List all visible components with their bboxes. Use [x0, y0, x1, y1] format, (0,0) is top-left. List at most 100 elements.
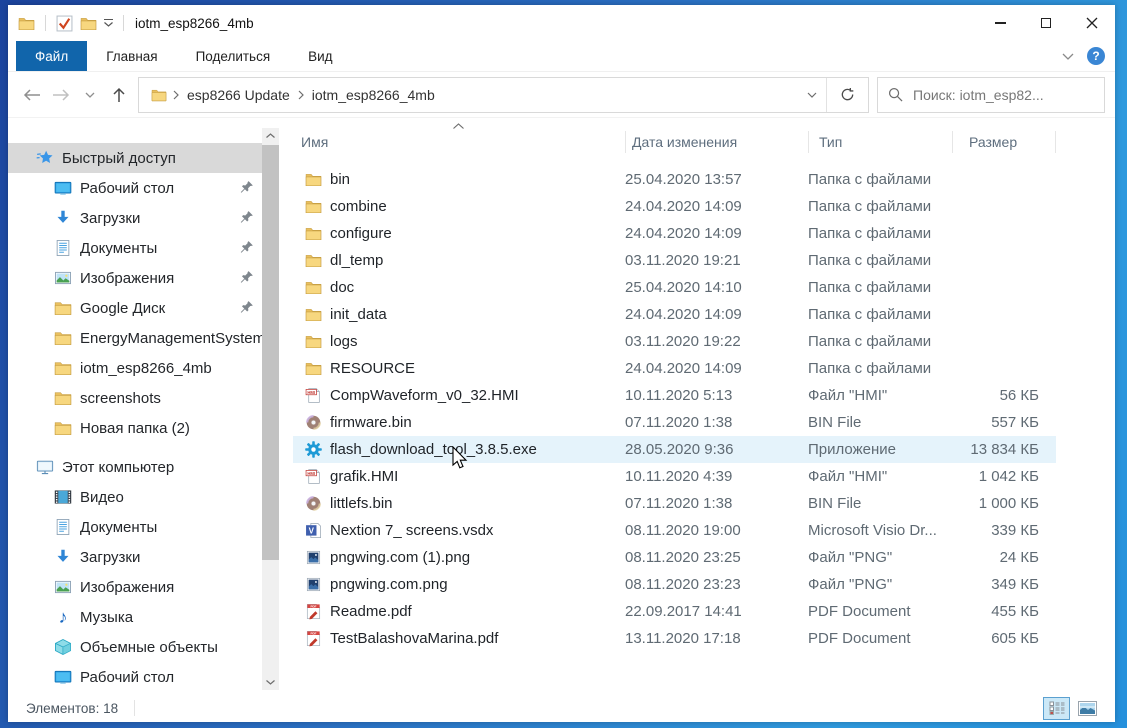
- file-row[interactable]: pngwing.com.png08.11.2020 23:23Файл "PNG…: [293, 571, 1056, 598]
- sidebar-item-label: Загрузки: [80, 210, 140, 227]
- breadcrumb-segment[interactable]: iotm_esp8266_4mb: [306, 78, 441, 112]
- minimize-button[interactable]: [977, 5, 1023, 41]
- sidebar-item-pictures-pinned[interactable]: Изображения: [8, 263, 262, 293]
- sidebar-item-label: Изображения: [80, 579, 174, 596]
- up-button[interactable]: [105, 80, 132, 110]
- sidebar-item-downloads-pinned[interactable]: Загрузки: [8, 203, 262, 233]
- file-row[interactable]: flash_download_tool_3.8.5.exe28.05.2020 …: [293, 436, 1056, 463]
- file-row[interactable]: configure24.04.2020 14:09Папка с файлами: [293, 220, 1056, 247]
- sidebar-item-label: iotm_esp8266_4mb: [80, 360, 212, 377]
- close-button[interactable]: [1069, 5, 1115, 41]
- chevron-right-icon[interactable]: [296, 90, 306, 100]
- file-row[interactable]: HMICompWaveform_v0_32.HMI10.11.2020 5:13…: [293, 382, 1056, 409]
- sidebar-item-desktop-pinned[interactable]: Рабочий стол: [8, 173, 262, 203]
- sidebar-item-label: Изображения: [80, 270, 174, 287]
- recent-locations-button[interactable]: [76, 80, 103, 110]
- pictures-icon: [54, 269, 72, 287]
- file-row[interactable]: init_data24.04.2020 14:09Папка с файлами: [293, 301, 1056, 328]
- help-button[interactable]: ?: [1087, 47, 1105, 65]
- file-row[interactable]: logs03.11.2020 19:22Папка с файлами: [293, 328, 1056, 355]
- search-box[interactable]: [877, 77, 1105, 113]
- file-row[interactable]: PDFTestBalashovaMarina.pdf13.11.2020 17:…: [293, 625, 1056, 652]
- window-controls: [977, 5, 1115, 41]
- sidebar-item-energy-management[interactable]: EnergyManagementSystemN: [8, 323, 262, 353]
- file-row[interactable]: combine24.04.2020 14:09Папка с файлами: [293, 193, 1056, 220]
- file-row[interactable]: HMIgrafik.HMI10.11.2020 4:39Файл "HMI"1 …: [293, 463, 1056, 490]
- pin-icon: [239, 240, 254, 255]
- folder-icon: [305, 171, 322, 188]
- file-row[interactable]: firmware.bin07.11.2020 1:38BIN File557 К…: [293, 409, 1056, 436]
- sidebar-item-downloads[interactable]: Загрузки: [8, 542, 262, 572]
- file-name-cell: pngwing.com.png: [293, 576, 625, 593]
- search-input[interactable]: [913, 87, 1094, 103]
- file-type: Файл "HMI": [808, 468, 952, 485]
- file-row[interactable]: VNextion 7_ screens.vsdx08.11.2020 19:00…: [293, 517, 1056, 544]
- sidebar-item-google-drive[interactable]: Google Диск: [8, 293, 262, 323]
- folder-icon: [54, 359, 72, 377]
- pin-icon: [239, 210, 254, 225]
- column-header-type[interactable]: Тип: [808, 131, 952, 153]
- sidebar-item-videos[interactable]: Видео: [8, 482, 262, 512]
- chevron-down-icon: [807, 92, 817, 98]
- tab-file[interactable]: Файл: [16, 41, 87, 71]
- file-name: RESOURCE: [330, 360, 415, 377]
- sidebar-item-new-folder-2[interactable]: Новая папка (2): [8, 413, 262, 443]
- sidebar-item-music[interactable]: ♪Музыка: [8, 602, 262, 632]
- sidebar-item-documents[interactable]: Документы: [8, 512, 262, 542]
- file-row[interactable]: pngwing.com (1).png08.11.2020 23:25Файл …: [293, 544, 1056, 571]
- file-name: dl_temp: [330, 252, 383, 269]
- file-date: 07.11.2020 1:38: [625, 495, 808, 512]
- folder-icon: [151, 87, 167, 103]
- file-row[interactable]: RESOURCE24.04.2020 14:09Папка с файлами: [293, 355, 1056, 382]
- titlebar: iotm_esp8266_4mb: [8, 5, 1115, 41]
- sidebar-item-screenshots[interactable]: screenshots: [8, 383, 262, 413]
- file-row[interactable]: littlefs.bin07.11.2020 1:38BIN File1 000…: [293, 490, 1056, 517]
- forward-button[interactable]: [47, 80, 74, 110]
- hmi-icon: HMI: [305, 387, 322, 404]
- folder-icon: [305, 225, 322, 242]
- tab-share[interactable]: Поделиться: [177, 41, 290, 71]
- file-row[interactable]: doc25.04.2020 14:10Папка с файлами: [293, 274, 1056, 301]
- expand-ribbon-icon[interactable]: [1062, 53, 1074, 60]
- thumbnails-view-button[interactable]: [1074, 697, 1101, 720]
- file-row[interactable]: dl_temp03.11.2020 19:21Папка с файлами: [293, 247, 1056, 274]
- file-type: Папка с файлами: [808, 171, 952, 188]
- maximize-icon: [1041, 18, 1051, 28]
- sidebar-item-quick-access[interactable]: Быстрый доступ: [8, 143, 262, 173]
- file-row[interactable]: PDFReadme.pdf22.09.2017 14:41PDF Documen…: [293, 598, 1056, 625]
- scroll-up-icon[interactable]: [262, 128, 279, 143]
- column-header-size[interactable]: Размер: [952, 131, 1055, 153]
- checkmark-box-icon[interactable]: [56, 15, 73, 32]
- breadcrumb-segment[interactable]: esp8266 Update: [181, 78, 296, 112]
- sidebar-item-this-pc[interactable]: Этот компьютер: [8, 452, 262, 482]
- column-header-name[interactable]: Имя: [293, 131, 625, 153]
- file-type: Приложение: [808, 441, 952, 458]
- sidebar-item-documents-pinned[interactable]: Документы: [8, 233, 262, 263]
- folder-icon[interactable]: [80, 15, 97, 32]
- sidebar-item-iotm-esp8266-4mb[interactable]: iotm_esp8266_4mb: [8, 353, 262, 383]
- scrollbar-thumb[interactable]: [262, 145, 279, 560]
- file-name-cell: flash_download_tool_3.8.5.exe: [293, 441, 625, 458]
- tab-home[interactable]: Главная: [87, 41, 176, 71]
- address-bar[interactable]: esp8266 Update iotm_esp8266_4mb: [138, 77, 869, 113]
- details-view-button[interactable]: [1043, 697, 1070, 720]
- sidebar-scrollbar[interactable]: [262, 128, 279, 690]
- scroll-down-icon[interactable]: [262, 675, 279, 690]
- chevron-right-icon[interactable]: [171, 90, 181, 100]
- sidebar-item-3d-objects[interactable]: Объемные объекты: [8, 632, 262, 662]
- qat-dropdown-icon[interactable]: [104, 19, 113, 28]
- file-name-cell: PDFReadme.pdf: [293, 603, 625, 620]
- video-icon: [54, 488, 72, 506]
- sidebar-item-pictures[interactable]: Изображения: [8, 572, 262, 602]
- sidebar-item-desktop[interactable]: Рабочий стол: [8, 662, 262, 692]
- maximize-button[interactable]: [1023, 5, 1069, 41]
- refresh-icon: [840, 87, 855, 102]
- address-dropdown-button[interactable]: [798, 78, 826, 112]
- column-header-date[interactable]: Дата изменения: [625, 131, 808, 153]
- tab-view[interactable]: Вид: [289, 41, 351, 71]
- file-size: 1 000 КБ: [952, 495, 1047, 512]
- back-button[interactable]: [18, 80, 45, 110]
- refresh-button[interactable]: [826, 78, 868, 112]
- file-type: Папка с файлами: [808, 279, 952, 296]
- file-row[interactable]: bin25.04.2020 13:57Папка с файлами: [293, 166, 1056, 193]
